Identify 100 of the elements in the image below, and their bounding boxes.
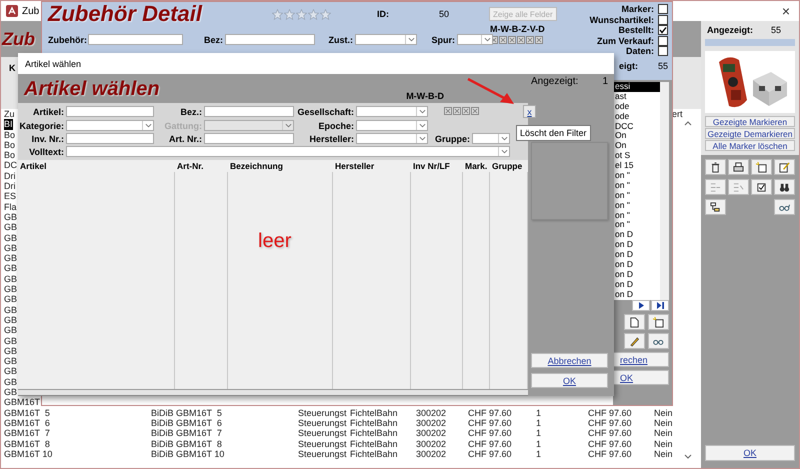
column-header: Hersteller	[334, 161, 376, 171]
view-button[interactable]	[774, 199, 795, 215]
column-header: Art-Nr.	[176, 161, 204, 171]
input-field[interactable]	[204, 133, 294, 144]
list-item[interactable]: on D	[613, 270, 660, 280]
new-button[interactable]	[624, 314, 645, 330]
new-record-button[interactable]	[751, 159, 772, 175]
side-button[interactable]: Gezeigte Markieren	[705, 116, 795, 127]
list-item[interactable]: On	[613, 141, 660, 152]
side-button[interactable]: Gezeigte Demarkieren	[705, 128, 795, 139]
list-item[interactable]: DCC	[613, 122, 660, 132]
last-button[interactable]	[651, 300, 669, 311]
table-cell: GB	[4, 263, 18, 274]
list-item[interactable]: ast	[613, 92, 660, 102]
ok-button[interactable]: OK	[705, 445, 795, 461]
checkbox-label: Bestellt:	[618, 25, 654, 36]
checkbox-label: Marker:	[621, 4, 654, 14]
table-cell: CHF 97.60	[468, 428, 512, 438]
table-cell: DC	[4, 160, 17, 171]
list-item[interactable]: On	[613, 131, 660, 142]
list-item[interactable]: on D	[613, 230, 660, 240]
delete-button[interactable]	[705, 159, 726, 175]
scroll-down-icon[interactable]	[684, 454, 692, 460]
table-cell: CHF 97.60	[588, 408, 632, 418]
edit-button[interactable]	[624, 333, 645, 349]
table-cell: FichtelBahn	[350, 438, 398, 449]
field-label: Gesellschaft:	[296, 106, 354, 116]
field-label: Zubehör:	[48, 34, 86, 44]
table-cell: GB	[4, 366, 18, 377]
close-button[interactable]: ×	[782, 3, 790, 19]
list-item[interactable]: on "	[613, 200, 660, 211]
new-record-button[interactable]	[648, 314, 669, 330]
list-item[interactable]: on D	[613, 250, 660, 260]
list-item[interactable]: on "	[613, 171, 660, 181]
list-item[interactable]: el 15	[613, 161, 660, 172]
clear-filter-button[interactable]: x	[523, 105, 536, 118]
list-item[interactable]: on D	[613, 260, 660, 270]
list-item[interactable]: essi	[613, 82, 660, 92]
find-button[interactable]	[774, 179, 795, 195]
cancel-button[interactable]: Abbrechen	[531, 353, 608, 368]
dialog-heading: Artikel wählen	[24, 78, 160, 101]
tree-button[interactable]	[705, 199, 726, 215]
edit-button[interactable]	[774, 159, 795, 175]
table-cell: GB	[4, 314, 18, 326]
column-header: Mark.	[464, 161, 488, 171]
list-item[interactable]: on "	[613, 210, 660, 220]
table-cell: CHF 97.60	[468, 438, 512, 449]
star-rating[interactable]	[272, 8, 331, 20]
field-label: Zust.:	[328, 34, 353, 44]
flag-boxes-drawing	[490, 36, 544, 44]
page-icon	[629, 316, 640, 328]
table-cell: GB	[4, 356, 18, 366]
table-cell: 300202	[416, 438, 446, 449]
checkbox[interactable]	[658, 25, 668, 36]
id-value: 50	[439, 9, 450, 19]
ok-button[interactable]: OK	[531, 373, 608, 388]
list-item[interactable]: on "	[613, 180, 660, 191]
column-header: Artikel	[19, 161, 48, 171]
list-item[interactable]: on "	[613, 190, 660, 201]
checkbox[interactable]	[658, 14, 668, 25]
window-title: Zub	[22, 6, 40, 16]
list-item[interactable]: ode	[613, 112, 660, 122]
table-cell: Nein	[654, 428, 673, 438]
side-button[interactable]: Alle Marker löschen	[705, 140, 795, 151]
shown-count: 55	[770, 25, 781, 35]
tooltip: Löscht den Filter	[516, 125, 591, 141]
checkbox[interactable]	[658, 36, 668, 46]
dialog-title: Artikel wählen	[25, 58, 82, 68]
next-button[interactable]	[632, 300, 650, 311]
scrollbar[interactable]	[18, 389, 528, 395]
input-field[interactable]	[88, 34, 183, 45]
table-cell: 1	[536, 418, 542, 428]
table-cell: 1	[536, 428, 542, 438]
cancel-button[interactable]: rechen	[613, 352, 669, 367]
input-field[interactable]	[66, 106, 154, 117]
table-cell: 1	[536, 438, 542, 449]
list-item[interactable]: ot S	[613, 151, 660, 162]
input-field[interactable]	[204, 106, 294, 117]
list-item[interactable]: on D	[613, 240, 660, 250]
flag-boxes-drawing	[444, 106, 480, 114]
table-cell: Nein	[654, 438, 673, 449]
table-cell: Nein	[654, 448, 673, 460]
print-button[interactable]	[728, 159, 749, 175]
list-item[interactable]: ode	[613, 102, 660, 112]
list-item[interactable]: on D	[613, 290, 660, 300]
view-button[interactable]	[648, 333, 669, 349]
ok-button[interactable]: OK	[613, 370, 669, 385]
checkbox[interactable]	[658, 46, 668, 56]
checkbox[interactable]	[658, 4, 668, 14]
input-field[interactable]	[66, 133, 154, 144]
scroll-up-icon[interactable]	[684, 120, 692, 126]
field-label: Gruppe:	[434, 134, 470, 144]
list-item[interactable]: on D	[613, 280, 660, 290]
scrollbar[interactable]	[660, 82, 669, 300]
list-item[interactable]: on "	[613, 220, 660, 230]
input-field[interactable]	[225, 34, 315, 45]
last-icon	[656, 302, 664, 309]
table-cell: Fla	[4, 202, 17, 212]
check-button[interactable]	[751, 179, 772, 195]
table-cell: FichtelBahn	[350, 418, 398, 428]
